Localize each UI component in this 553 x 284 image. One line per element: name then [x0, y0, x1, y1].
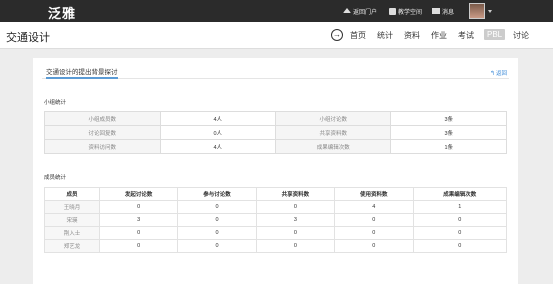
column-header: 参与讨论数	[177, 187, 257, 201]
member-name: 王晓月	[44, 200, 100, 214]
member-stats-title: 成员统计	[44, 175, 67, 181]
space-icon	[389, 7, 396, 15]
member-stat-cell: 1	[412, 200, 507, 214]
member-name: 宋瑛	[44, 213, 100, 227]
top-bar: 泛雅 返回门户 教学空间 消息	[0, 0, 553, 22]
stat-label: 小组讨论数	[274, 111, 392, 126]
envelope-icon	[432, 8, 440, 14]
member-stat-cell: 3	[98, 213, 179, 227]
portal-link-label: 返回门户	[353, 9, 378, 16]
column-header: 发起讨论数	[98, 187, 179, 201]
member-stat-cell: 0	[334, 226, 414, 240]
home-icon	[343, 7, 351, 13]
stat-label: 资料访问数	[44, 139, 161, 154]
column-header: 成员	[44, 187, 100, 201]
member-stats-table: 成员 发起讨论数 参与讨论数 共享资料数 使用资料数 成果编辑次数 王晓月 0 0 0 4 1 宋瑛 3…	[44, 187, 507, 253]
member-name: 荆入士	[44, 226, 100, 240]
table-row: 宋瑛 3 0 3 0 0	[44, 213, 507, 227]
tab-pbl[interactable]: PBL	[484, 29, 506, 40]
tab-stats[interactable]: 统计	[377, 30, 393, 41]
course-title: 交通设计	[6, 32, 50, 44]
member-stat-cell: 0	[255, 239, 336, 253]
member-name: 郑艺龙	[44, 239, 100, 253]
member-stat-cell: 0	[177, 200, 257, 214]
arrow-right-icon[interactable]: →	[331, 29, 343, 41]
stat-label: 共享资料数	[274, 125, 392, 140]
table-row: 郑艺龙 0 0 0 0 0	[44, 239, 507, 253]
member-stat-cell: 0	[412, 213, 507, 227]
table-row: 讨论回复数 0人 共享资料数 3条	[44, 125, 507, 140]
group-stats-table: 小组成员数 4人 小组讨论数 3条 讨论回复数 0人 共享资料数 3条 资料访问数 4人 成果编辑次…	[44, 111, 507, 154]
tab-materials[interactable]: 资料	[404, 30, 420, 41]
table-row: 荆入士 0 0 0 0 0	[44, 226, 507, 240]
member-stat-cell: 0	[412, 239, 507, 253]
stat-value: 0人	[159, 125, 276, 140]
member-stat-cell: 0	[177, 239, 257, 253]
member-stat-cell: 0	[334, 239, 414, 253]
stat-label: 讨论回复数	[44, 125, 161, 140]
pbl-stats-card: 交通设计的提出背景探讨 ↰返回 小组统计 小组成员数 4人 小组讨论数 3条 讨论回复数…	[33, 58, 518, 284]
member-stat-cell: 0	[177, 226, 257, 240]
user-avatar[interactable]	[469, 3, 485, 19]
card-header: 交通设计的提出背景探讨 ↰返回	[42, 66, 509, 79]
table-row: 小组成员数 4人 小组讨论数 3条	[44, 111, 507, 126]
member-stat-cell: 0	[98, 200, 179, 214]
tab-topic[interactable]: 交通设计的提出背景探讨	[46, 66, 118, 79]
back-link-label: 返回	[495, 71, 507, 77]
member-stat-cell: 0	[177, 213, 257, 227]
stat-label: 成果编辑次数	[274, 139, 392, 154]
member-stat-cell: 0	[412, 226, 507, 240]
member-stat-cell: 0	[98, 239, 179, 253]
member-stat-cell: 4	[334, 200, 414, 214]
tab-exam[interactable]: 考试	[458, 30, 474, 41]
teaching-space-link[interactable]: 教学空间	[389, 0, 422, 22]
column-header: 成果编辑次数	[412, 187, 507, 201]
member-stat-cell: 0	[334, 213, 414, 227]
tab-home[interactable]: 首页	[350, 30, 366, 41]
member-stat-cell: 0	[255, 200, 336, 214]
messages-label: 消息	[442, 9, 455, 16]
stat-value: 4人	[159, 111, 276, 126]
stat-value: 3条	[390, 111, 507, 126]
table-row: 资料访问数 4人 成果编辑次数 1条	[44, 139, 507, 154]
column-header: 共享资料数	[255, 187, 336, 201]
tab-homework[interactable]: 作业	[431, 30, 447, 41]
member-stat-cell: 0	[255, 226, 336, 240]
stat-label: 小组成员数	[44, 111, 161, 126]
course-nav-bar: 交通设计 → 首页 统计 资料 作业 考试 PBL 讨论	[0, 22, 553, 49]
group-stats-title: 小组统计	[44, 100, 67, 106]
back-link[interactable]: ↰返回	[490, 69, 507, 77]
portal-link[interactable]: 返回门户	[343, 0, 377, 22]
column-header: 使用资料数	[334, 187, 414, 201]
table-header-row: 成员 发起讨论数 参与讨论数 共享资料数 使用资料数 成果编辑次数	[44, 187, 507, 201]
stat-value: 1条	[390, 139, 507, 154]
stat-value: 4人	[159, 139, 276, 154]
member-stat-cell: 0	[98, 226, 179, 240]
messages-link[interactable]: 消息	[432, 0, 454, 22]
tab-discussion[interactable]: 讨论	[513, 30, 529, 41]
teaching-space-label: 教学空间	[398, 9, 423, 16]
chevron-down-icon[interactable]	[488, 10, 492, 13]
member-stat-cell: 3	[255, 213, 336, 227]
back-arrow-icon: ↰	[489, 71, 495, 77]
table-row: 王晓月 0 0 0 4 1	[44, 200, 507, 214]
app-logo[interactable]: 泛雅	[48, 3, 76, 22]
stat-value: 3条	[390, 125, 507, 140]
